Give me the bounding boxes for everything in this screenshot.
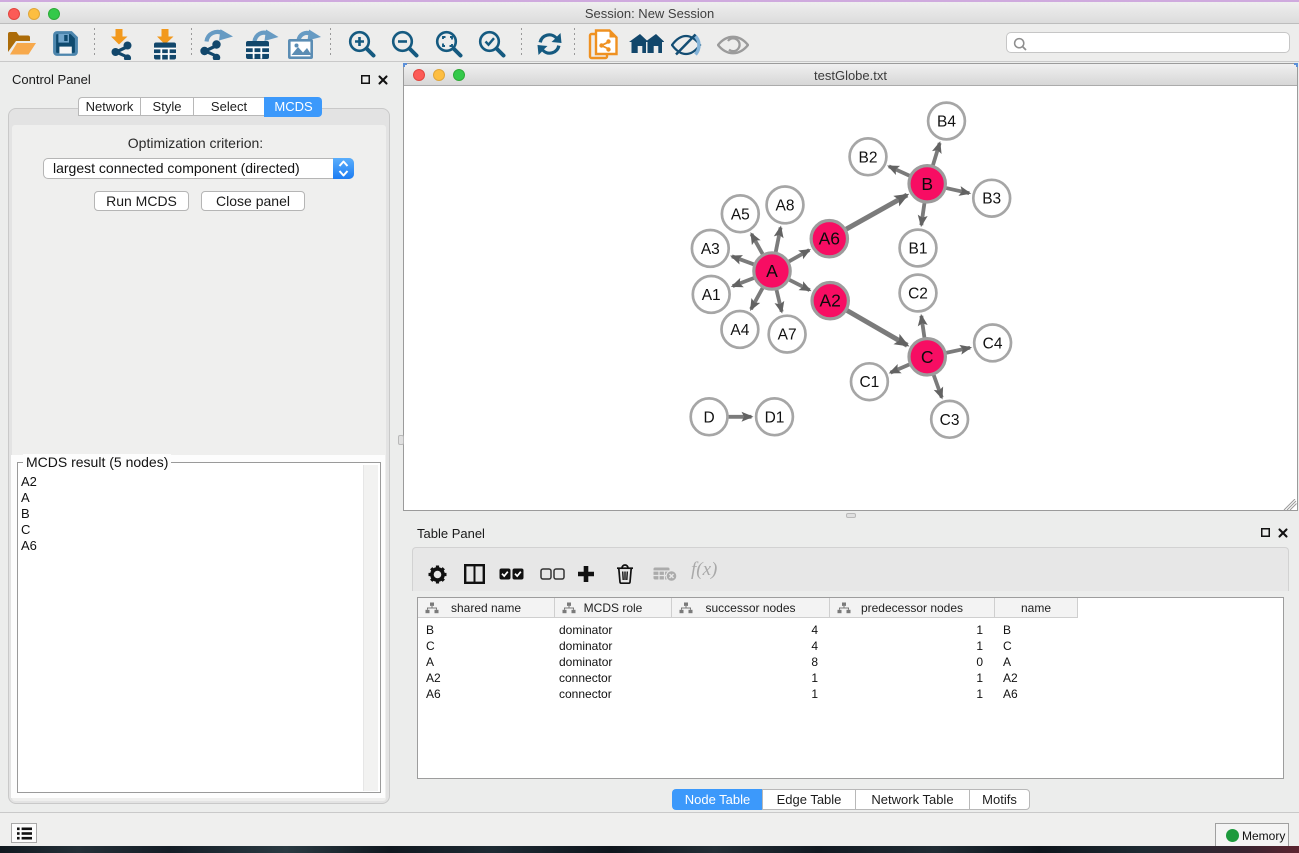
svg-text:A6: A6 [819,229,840,249]
svg-text:A2: A2 [819,291,840,311]
svg-text:A1: A1 [702,287,721,304]
svg-text:C4: C4 [983,335,1003,352]
svg-text:D1: D1 [765,409,785,426]
svg-text:B1: B1 [909,241,928,258]
svg-text:C3: C3 [940,412,960,429]
svg-text:A3: A3 [701,241,720,258]
svg-text:A7: A7 [778,327,797,344]
svg-text:C2: C2 [908,286,928,303]
svg-text:B: B [921,174,933,194]
svg-text:D: D [703,409,714,426]
svg-text:A4: A4 [730,322,749,339]
svg-text:B3: B3 [982,191,1001,208]
svg-text:B4: B4 [937,114,956,131]
svg-text:B2: B2 [859,149,878,166]
svg-text:C: C [921,347,934,367]
svg-text:A: A [766,261,778,281]
svg-text:A5: A5 [731,206,750,223]
svg-text:C1: C1 [859,374,879,391]
svg-text:A8: A8 [776,197,795,214]
